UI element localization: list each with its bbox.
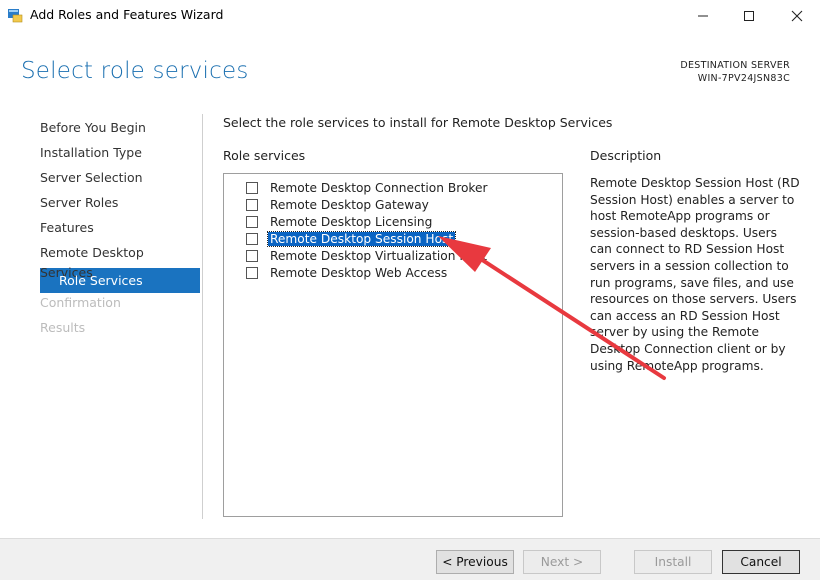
nav-item-before-you-begin[interactable]: Before You Begin xyxy=(40,118,200,143)
role-service-item[interactable]: Remote Desktop Virtualization Host xyxy=(246,248,489,264)
role-service-label[interactable]: Remote Desktop Web Access xyxy=(268,266,449,280)
window-title: Add Roles and Features Wizard xyxy=(30,7,224,22)
description-text: Remote Desktop Session Host (RD Session … xyxy=(590,176,800,373)
role-services-list[interactable]: Remote Desktop Connection Broker Remote … xyxy=(223,173,563,517)
minimize-icon xyxy=(698,15,708,17)
checkbox[interactable] xyxy=(246,216,258,228)
maximize-button[interactable] xyxy=(726,0,772,32)
description-header: Description xyxy=(590,148,662,163)
cancel-button[interactable]: Cancel xyxy=(722,550,800,574)
nav-item-server-selection[interactable]: Server Selection xyxy=(40,168,200,193)
role-service-label[interactable]: Remote Desktop Session Host xyxy=(266,231,457,247)
nav-item-confirmation: Confirmation xyxy=(40,295,121,310)
role-service-label[interactable]: Remote Desktop Virtualization Host xyxy=(268,249,489,263)
checkbox[interactable] xyxy=(246,250,258,262)
role-service-item[interactable]: Remote Desktop Connection Broker xyxy=(246,180,490,196)
close-button[interactable] xyxy=(774,0,820,32)
destination-server-name: WIN-7PV24JSN83C xyxy=(697,73,790,84)
close-icon xyxy=(791,10,803,22)
instruction-text: Select the role services to install for … xyxy=(223,115,613,130)
checkbox[interactable] xyxy=(246,233,258,245)
wizard-nav: Before You Begin Installation Type Serve… xyxy=(40,118,200,343)
minimize-button[interactable] xyxy=(680,0,726,32)
checkbox[interactable] xyxy=(246,199,258,211)
role-service-item[interactable]: Remote Desktop Web Access xyxy=(246,265,449,281)
nav-divider xyxy=(202,114,203,519)
nav-item-server-roles[interactable]: Server Roles xyxy=(40,193,200,218)
nav-item-installation-type[interactable]: Installation Type xyxy=(40,143,200,168)
nav-item-remote-desktop-services[interactable]: Remote Desktop Services xyxy=(40,243,200,280)
nav-item-role-services[interactable]: Role Services xyxy=(40,268,200,293)
role-service-label[interactable]: Remote Desktop Gateway xyxy=(268,198,431,212)
role-service-item-selected[interactable]: Remote Desktop Session Host xyxy=(246,231,457,247)
page-title: Select role services xyxy=(21,58,249,84)
role-service-label[interactable]: Remote Desktop Licensing xyxy=(268,215,434,229)
role-service-item[interactable]: Remote Desktop Licensing xyxy=(246,214,434,230)
checkbox[interactable] xyxy=(246,267,258,279)
title-bar: Add Roles and Features Wizard xyxy=(0,0,820,32)
previous-button[interactable]: < Previous xyxy=(436,550,514,574)
role-services-header: Role services xyxy=(223,148,306,163)
nav-item-results: Results xyxy=(40,320,86,335)
server-manager-icon xyxy=(8,9,23,23)
destination-server-label: DESTINATION SERVER xyxy=(680,60,790,71)
checkbox[interactable] xyxy=(246,182,258,194)
next-button[interactable]: Next > xyxy=(523,550,601,574)
role-service-label[interactable]: Remote Desktop Connection Broker xyxy=(268,181,490,195)
nav-item-features[interactable]: Features xyxy=(40,218,200,243)
role-service-item[interactable]: Remote Desktop Gateway xyxy=(246,197,431,213)
maximize-icon xyxy=(744,11,754,21)
install-button[interactable]: Install xyxy=(634,550,712,574)
